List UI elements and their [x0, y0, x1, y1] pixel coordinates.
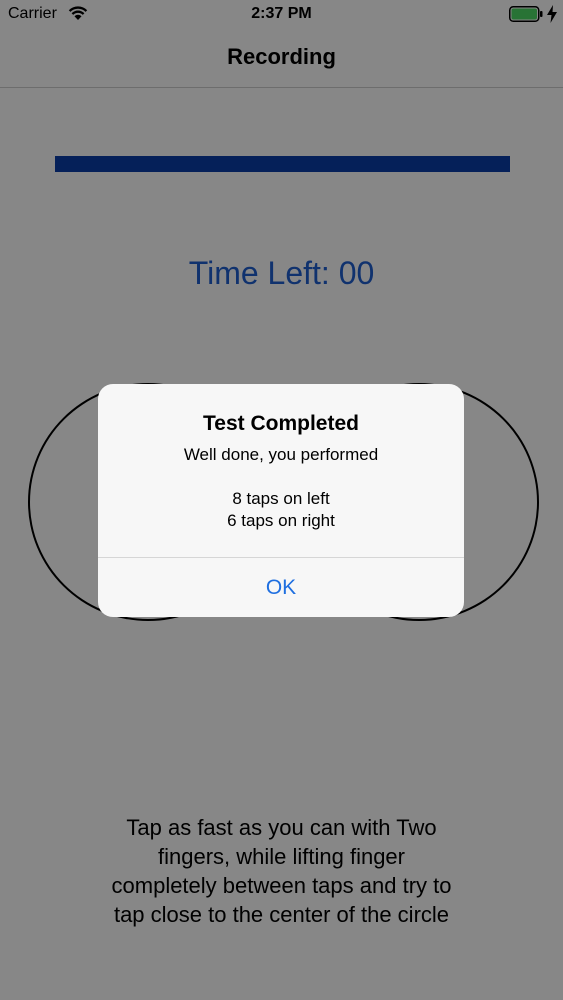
left-taps-count: 8 taps on left: [232, 489, 330, 508]
right-taps-count: 6 taps on right: [227, 511, 335, 530]
alert-message-line: Well done, you performed: [183, 445, 379, 464]
screen: Carrier 2:37 PM Recording Time Left: 00 …: [0, 0, 563, 1000]
alert-title: Test Completed: [203, 412, 359, 435]
alert-message-spacer: [98, 466, 464, 488]
ok-button[interactable]: OK: [98, 558, 464, 617]
test-completed-alert: Test Completed Well done, you performed …: [98, 384, 464, 617]
alert-message: Well done, you performed 8 taps on left …: [98, 444, 464, 532]
